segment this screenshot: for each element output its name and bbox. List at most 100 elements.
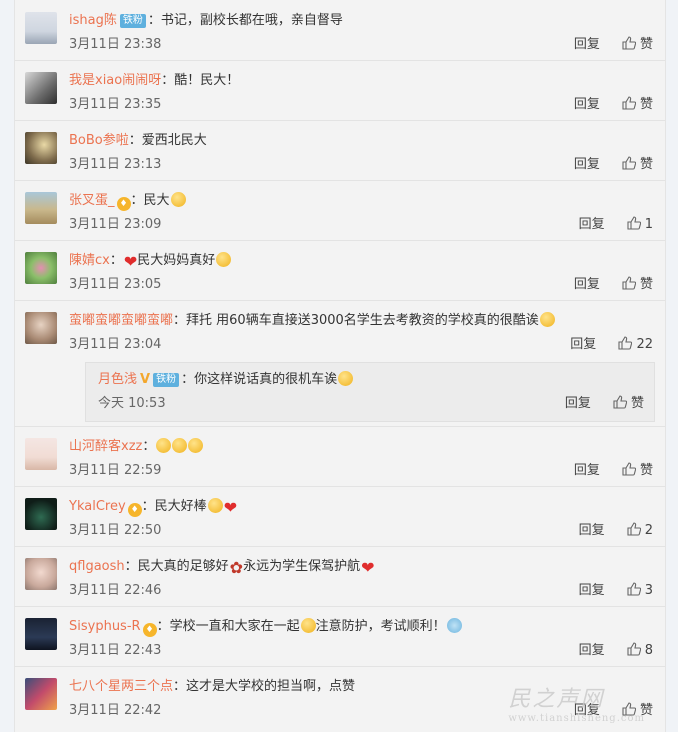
comment-text: 拜托 用60辆车直接送3000名学生去考教资的学校真的很酷诶 (186, 313, 539, 328)
like-button[interactable]: 赞 (622, 36, 653, 52)
username[interactable]: qflgaosh (69, 559, 125, 574)
like-label: 赞 (630, 396, 644, 411)
like-button[interactable]: 赞 (622, 462, 653, 478)
reply-button[interactable]: 回复 (565, 396, 591, 411)
reply-button[interactable]: 回复 (574, 97, 600, 112)
comment-item: qflgaosh：民大真的足够好✿永远为学生保驾护航❤ 3月11日 22:46 … (15, 546, 665, 607)
comment-item: 陳婧cx：❤民大妈妈真好 3月11日 23:05 回复 赞 (15, 240, 665, 301)
reply-button[interactable]: 回复 (579, 217, 605, 232)
comment-body: Sisyphus-R ♦ ：学校一直和大家在一起 注意防护，考试顺利！ (69, 618, 462, 637)
comment-text-2: 注意防护，考试顺利！ (315, 619, 446, 634)
colon: ： (173, 679, 187, 694)
like-count: 8 (644, 643, 653, 658)
avatar[interactable] (25, 132, 57, 164)
kiss-face-emoji (539, 312, 555, 327)
heart-emoji: ❤ (361, 558, 375, 577)
like-button[interactable]: 3 (627, 582, 653, 598)
like-label: 赞 (639, 277, 653, 292)
colon: ： (130, 193, 144, 208)
avatar[interactable] (25, 618, 57, 650)
rose-emoji: ✿ (229, 558, 244, 577)
fan-badge: 铁粉 (153, 373, 180, 387)
avatar[interactable] (25, 12, 57, 44)
avatar[interactable] (25, 192, 57, 224)
username[interactable]: Sisyphus-R (69, 619, 141, 634)
avatar[interactable] (25, 678, 57, 710)
vip-icon: ♦ (127, 503, 142, 517)
reply-text: 你这样说话真的很机车诶 (194, 372, 338, 387)
clapping-emoji (172, 438, 188, 453)
username[interactable]: 七八个星两三个点 (69, 679, 173, 694)
colon: ： (181, 372, 195, 387)
comment-text: 酷！民大！ (174, 73, 240, 88)
like-button[interactable]: 赞 (613, 395, 644, 411)
colon: ： (161, 73, 175, 88)
avatar[interactable] (25, 498, 57, 530)
comment-item: 山河醉客xzz： 3月11日 22:59 回复 赞 (15, 426, 665, 487)
comment-text: 民大好棒 (154, 499, 207, 514)
reply-button[interactable]: 回复 (579, 583, 605, 598)
vip-icon: ♦ (116, 197, 131, 211)
username[interactable]: 我是xiao闹闹呀 (69, 73, 161, 88)
like-button[interactable]: 赞 (622, 156, 653, 172)
like-button[interactable]: 8 (627, 642, 653, 658)
comment-item: 张叉蛋_ ♦ ：民大 3月11日 23:09 回复 1 (15, 180, 665, 241)
colon: ： (109, 253, 123, 268)
avatar[interactable] (25, 252, 57, 284)
like-button[interactable]: 2 (627, 522, 653, 538)
timestamp: 3月11日 22:50 (69, 523, 162, 538)
comment-text: 民大真的足够好 (137, 559, 229, 574)
fan-badge: 铁粉 (119, 14, 146, 28)
reply-button[interactable]: 回复 (574, 37, 600, 52)
timestamp: 3月11日 22:59 (69, 463, 162, 478)
like-button[interactable]: 22 (618, 336, 653, 352)
thumbs-up-icon (613, 395, 627, 409)
thumbs-up-icon (622, 276, 636, 290)
avatar[interactable] (25, 72, 57, 104)
vip-icon: ♦ (142, 623, 157, 637)
reply-button[interactable]: 回复 (570, 337, 596, 352)
reply-username[interactable]: 月色浅 (98, 372, 137, 387)
username[interactable]: 蛮嘟蛮嘟蛮嘟蛮嘟 (69, 313, 173, 328)
like-button[interactable]: 赞 (622, 276, 653, 292)
colon: ： (156, 619, 170, 634)
crying-face-emoji (207, 498, 223, 513)
avatar[interactable] (25, 438, 57, 470)
cheer-emoji (446, 618, 462, 633)
comment-body: 七八个星两三个点：这才是大学校的担当啊，点赞 (69, 678, 355, 696)
timestamp: 3月11日 23:13 (69, 157, 162, 172)
watermark-logo: 民之声网 (508, 687, 605, 712)
reply-button[interactable]: 回复 (574, 463, 600, 478)
reply-button[interactable]: 回复 (579, 643, 605, 658)
avatar[interactable] (25, 312, 57, 344)
like-count: 1 (644, 217, 653, 232)
timestamp: 3月11日 23:04 (69, 337, 162, 352)
username[interactable]: 陳婧cx (69, 253, 110, 268)
colon: ： (141, 499, 155, 514)
username[interactable]: ishag陈 (69, 13, 117, 28)
reply-button[interactable]: 回复 (579, 523, 605, 538)
username[interactable]: BoBo参啦 (69, 133, 129, 148)
like-count: 2 (644, 523, 653, 538)
comment-text: 民大妈妈真好 (137, 253, 216, 268)
like-label: 赞 (639, 157, 653, 172)
comment-body: BoBo参啦：爱西北民大 (69, 132, 207, 150)
reply-button[interactable]: 回复 (574, 157, 600, 172)
username[interactable]: 张叉蛋_ (69, 193, 115, 208)
username[interactable]: YkalCrey (69, 499, 126, 514)
reply-button[interactable]: 回复 (574, 277, 600, 292)
timestamp: 3月11日 22:46 (69, 583, 162, 598)
comment-actions: 回复 赞 (574, 276, 653, 294)
like-label: 赞 (639, 463, 653, 478)
comment-body: 我是xiao闹闹呀：酷！民大！ (69, 72, 239, 90)
thumbs-up-icon (627, 582, 641, 596)
avatar[interactable] (25, 558, 57, 590)
comment-body: 蛮嘟蛮嘟蛮嘟蛮嘟：拜托 用60辆车直接送3000名学生去考教资的学校真的很酷诶 (69, 312, 555, 330)
timestamp: 3月11日 23:09 (69, 217, 162, 232)
comment-text: 爱西北民大 (141, 133, 207, 148)
comment-body: ishag陈 铁粉 ：书记，副校长都在哦，亲自督导 (69, 12, 343, 30)
like-button[interactable]: 1 (627, 216, 653, 232)
like-button[interactable]: 赞 (622, 96, 653, 112)
username[interactable]: 山河醉客xzz (69, 439, 142, 454)
watermark-url: www.tianshisheng.com (508, 713, 645, 724)
